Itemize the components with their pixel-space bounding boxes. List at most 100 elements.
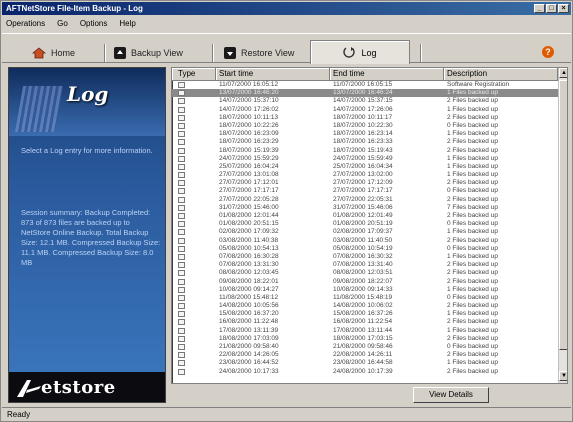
row-type-cell [172,359,216,367]
table-row[interactable]: 24/07/2000 15:59:29 24/07/2000 15:59:49 1 … [172,155,558,163]
table-row[interactable]: 18/07/2000 10:11:13 18/07/2000 10:11:17 2 … [172,114,558,122]
status-text: Ready [7,410,31,419]
row-start-time: 10/08/2000 09:14:27 [219,285,279,293]
table-row[interactable]: 05/08/2000 10:54:13 05/08/2000 10:54:19 0 … [172,245,558,253]
table-row[interactable]: 10/08/2000 09:14:27 10/08/2000 09:14:33 1 … [172,286,558,294]
scroll-up-button[interactable]: ▲ [559,68,567,78]
table-row[interactable]: 11/07/2000 16:05:12 11/07/2000 16:05:15 So… [172,81,558,89]
backup-entry-icon [178,90,185,97]
row-start-time: 07/08/2000 16:30:28 [219,252,279,260]
table-row[interactable]: 11/08/2000 15:48:12 11/08/2000 15:48:19 0 … [172,294,558,302]
row-description: 2 Files backed up [447,334,498,342]
table-row[interactable]: 07/08/2000 16:30:28 07/08/2000 16:30:32 1 … [172,253,558,261]
sidebar-title: Log [67,82,109,106]
backup-entry-icon [178,294,185,301]
view-details-button[interactable]: View Details [413,387,489,403]
row-description: 2 Files backed up [447,367,498,375]
maximize-button[interactable]: □ [546,4,557,13]
row-type-cell [172,237,216,245]
menu-operations[interactable]: Operations [6,17,45,30]
row-end-time: 27/07/2000 13:02:00 [333,171,393,179]
backup-entry-icon [178,352,185,359]
table-row[interactable]: 25/07/2000 16:04:24 25/07/2000 16:04:34 1 … [172,163,558,171]
row-type-cell [172,147,216,155]
table-row[interactable]: 15/08/2000 16:37:20 15/08/2000 16:37:26 1 … [172,310,558,318]
row-description: 0 Files backed up [447,220,498,228]
row-description: 1 Files backed up [447,310,498,318]
minimize-button[interactable]: _ [534,4,545,13]
row-type-cell [172,187,216,195]
table-row[interactable]: 17/08/2000 13:11:39 17/08/2000 13:11:44 1 … [172,327,558,335]
menu-go[interactable]: Go [57,17,68,30]
row-description: 1 Files backed up [447,162,498,170]
netstore-logo: etstore [9,372,165,402]
close-button[interactable]: × [558,4,569,13]
table-row[interactable]: 14/08/2000 10:05:56 14/08/2000 10:06:02 2 … [172,302,558,310]
backup-entry-icon [178,221,185,228]
tab-restore-view[interactable]: Restore View [224,43,294,63]
row-type-cell [172,114,216,122]
table-row[interactable]: 27/07/2000 13:01:08 27/07/2000 13:02:00 1 … [172,171,558,179]
backup-entry-icon [178,286,185,293]
column-header-end-time[interactable]: End time [330,68,444,81]
row-start-time: 09/08/2000 18:22:01 [219,277,279,285]
row-start-time: 17/08/2000 13:11:39 [219,326,279,334]
column-header-description[interactable]: Description [444,68,558,81]
menu-options[interactable]: Options [80,17,108,30]
tab-backup-view[interactable]: Backup View [114,43,183,63]
table-row[interactable]: 01/08/2000 12:01:44 01/08/2000 12:01:49 2 … [172,212,558,220]
scroll-thumb[interactable] [559,80,567,350]
table-header: Type Start time End time Description [172,68,558,81]
row-end-time: 13/07/2000 16:46:24 [333,89,393,97]
table-row[interactable]: 22/08/2000 14:26:05 22/08/2000 14:26:11 2 … [172,351,558,359]
table-row[interactable]: 03/08/2000 11:40:38 03/08/2000 11:40:50 2 … [172,237,558,245]
table-row[interactable]: 24/08/2000 10:17:33 24/08/2000 10:17:39 2 … [172,368,558,376]
row-end-time: 18/07/2000 15:19:43 [333,146,393,154]
table-row[interactable]: 18/07/2000 16:23:09 18/07/2000 16:23:14 1 … [172,130,558,138]
table-row[interactable]: 23/08/2000 16:44:52 23/08/2000 16:44:58 1 … [172,359,558,367]
row-start-time: 27/07/2000 13:01:08 [219,171,279,179]
column-header-start-time[interactable]: Start time [216,68,330,81]
table-row[interactable]: 08/08/2000 12:03:45 08/08/2000 12:03:51 2 … [172,269,558,277]
table-row[interactable]: 07/08/2000 13:31:30 07/08/2000 13:31:40 2 … [172,261,558,269]
row-type-cell [172,179,216,187]
table-row[interactable]: 21/08/2000 09:58:40 21/08/2000 09:58:46 0 … [172,343,558,351]
tab-log[interactable]: Log [310,40,410,64]
row-start-time: 22/08/2000 14:26:05 [219,351,279,359]
table-row[interactable]: 18/07/2000 15:19:39 18/07/2000 15:19:43 2 … [172,147,558,155]
row-end-time: 25/07/2000 16:04:34 [333,162,393,170]
row-description: 2 Files backed up [447,351,498,359]
table-row[interactable]: 18/07/2000 16:23:29 18/07/2000 16:23:33 2 … [172,138,558,146]
table-row[interactable]: 18/08/2000 17:03:09 18/08/2000 17:03:15 2 … [172,335,558,343]
table-row[interactable]: 27/07/2000 17:12:01 27/07/2000 17:12:09 2 … [172,179,558,187]
column-header-type[interactable]: Type [172,68,216,81]
row-start-time: 21/08/2000 09:58:40 [219,343,279,350]
row-end-time: 18/07/2000 16:23:33 [333,138,393,146]
table-row[interactable]: 27/07/2000 17:17:17 27/07/2000 17:17:17 0 … [172,187,558,195]
table-row[interactable]: 14/07/2000 15:37:10 14/07/2000 15:37:15 2 … [172,97,558,105]
row-type-cell [172,81,216,89]
row-start-time: 23/08/2000 16:44:52 [219,359,279,367]
scroll-down-button[interactable]: ▼ [559,371,567,381]
table-row[interactable]: 13/07/2000 16:46:20 13/07/2000 16:46:24 1 … [172,89,558,98]
help-icon[interactable]: ? [542,46,554,58]
table-row[interactable]: 31/07/2000 15:46:00 31/07/2000 15:46:06 7 … [172,204,558,212]
table-row[interactable]: 01/08/2000 20:51:15 01/08/2000 20:51:19 0 … [172,220,558,228]
table-row[interactable]: 09/08/2000 18:22:01 09/08/2000 18:22:07 2 … [172,278,558,286]
table-row[interactable]: 14/07/2000 17:26:02 14/07/2000 17:26:06 1 … [172,106,558,114]
row-start-time: 18/07/2000 16:23:29 [219,138,279,146]
row-end-time: 18/07/2000 10:11:17 [333,113,393,121]
table-row[interactable]: 02/08/2000 17:09:32 02/08/2000 17:09:37 1 … [172,228,558,236]
menu-help[interactable]: Help [119,17,135,30]
window-title: AFTNetStore File-Item Backup - Log [6,4,143,13]
table-row[interactable]: 27/07/2000 22:05:28 27/07/2000 22:05:31 2 … [172,196,558,204]
row-start-time: 03/08/2000 11:40:38 [219,236,279,244]
table-row[interactable]: 18/07/2000 10:22:26 18/07/2000 10:22:30 0 … [172,122,558,130]
tab-log-label: Log [361,47,377,58]
toolbar-separator [212,44,213,62]
tab-home[interactable]: Home [32,43,75,63]
row-description: 2 Files backed up [447,236,498,244]
vertical-scrollbar[interactable]: ▲ ▼ [558,68,567,383]
backup-entry-icon [178,114,185,121]
table-row[interactable]: 16/08/2000 11:22:48 16/08/2000 11:22:54 2 … [172,318,558,326]
